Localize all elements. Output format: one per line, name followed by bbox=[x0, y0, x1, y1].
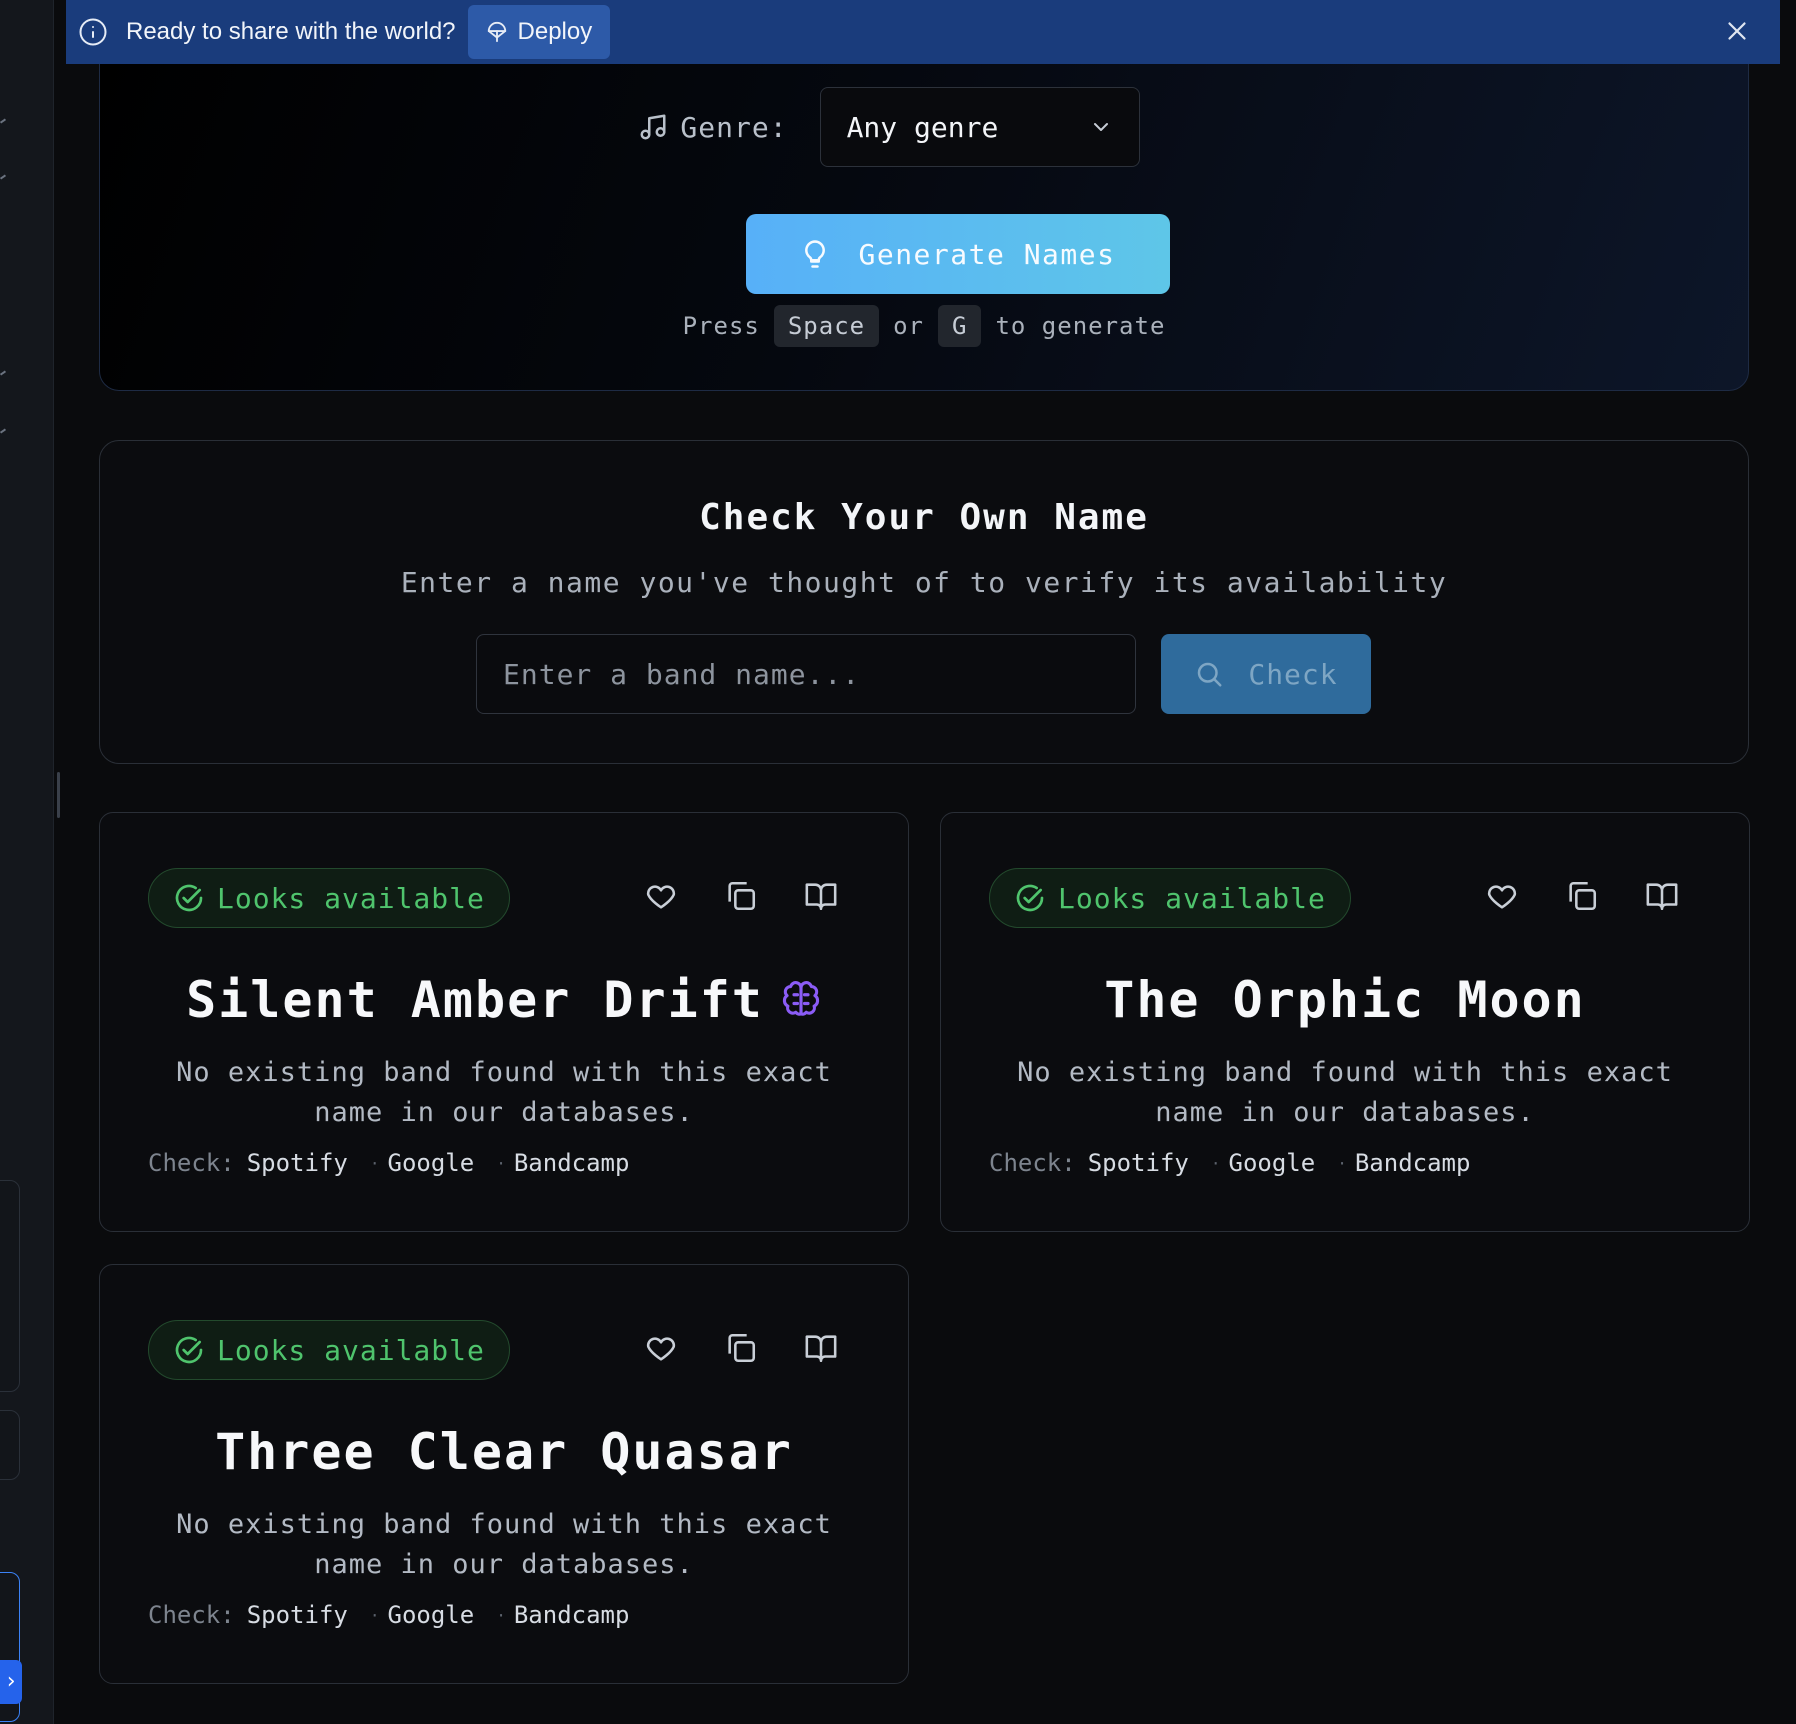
genre-label: Genre: bbox=[680, 110, 788, 144]
check-button[interactable]: Check bbox=[1161, 634, 1371, 714]
google-link[interactable]: Google bbox=[388, 1601, 475, 1629]
generate-names-label: Generate Names bbox=[858, 237, 1116, 271]
google-link[interactable]: Google bbox=[388, 1149, 475, 1177]
band-name: Three Clear Quasar bbox=[100, 1423, 908, 1481]
genre-label-group: Genre: bbox=[638, 111, 787, 144]
separator: · bbox=[369, 1605, 380, 1625]
card-description: No existing band found with this exact n… bbox=[176, 1509, 832, 1580]
banner-text: Ready to share with the world? bbox=[126, 18, 456, 45]
check-circle-icon bbox=[175, 1336, 203, 1364]
search-icon bbox=[1198, 662, 1222, 687]
main-area: Genre: Any genre Generate Names Press Sp… bbox=[66, 0, 1796, 1724]
generator-panel: Genre: Any genre Generate Names Press Sp… bbox=[99, 40, 1749, 391]
lightbulb-icon bbox=[805, 240, 826, 268]
genre-select[interactable]: Any genre bbox=[819, 87, 1140, 167]
rail-chevron-icon bbox=[0, 118, 7, 124]
check-links: Check: Spotify · Google · Bandcamp bbox=[148, 1149, 629, 1177]
book-open-icon[interactable] bbox=[804, 1331, 838, 1365]
music-note-icon bbox=[640, 114, 666, 140]
check-title: Check Your Own Name bbox=[699, 497, 1149, 538]
copy-icon[interactable] bbox=[724, 879, 758, 913]
bandcamp-link[interactable]: Bandcamp bbox=[514, 1149, 630, 1177]
parachute-icon bbox=[487, 22, 506, 43]
deploy-button[interactable]: Deploy bbox=[467, 5, 611, 59]
copy-icon[interactable] bbox=[1565, 879, 1599, 913]
generate-names-button[interactable]: Generate Names bbox=[746, 214, 1170, 294]
book-open-icon[interactable] bbox=[804, 879, 838, 913]
keyboard-hint: Press Space or G to generate bbox=[100, 305, 1748, 347]
separator: · bbox=[1210, 1153, 1221, 1173]
bandcamp-link[interactable]: Bandcamp bbox=[1355, 1149, 1471, 1177]
result-card: Looks available The Orphic Moon No exist… bbox=[940, 812, 1750, 1232]
result-card: Looks available Silent Amber Drift No ex… bbox=[99, 812, 909, 1232]
hint-press: Press bbox=[682, 312, 760, 340]
separator: · bbox=[496, 1153, 506, 1173]
left-rail: › bbox=[0, 0, 54, 1724]
band-name-text: Silent Amber Drift bbox=[186, 971, 764, 1029]
deploy-banner: Ready to share with the world? Deploy bbox=[66, 0, 1780, 64]
separator: · bbox=[369, 1153, 380, 1173]
status-text: Looks available bbox=[1058, 881, 1326, 915]
band-name-text: The Orphic Moon bbox=[1104, 971, 1586, 1029]
status-badge: Looks available bbox=[148, 1320, 510, 1380]
check-circle-icon bbox=[1016, 884, 1044, 912]
spotify-link[interactable]: Spotify bbox=[1088, 1149, 1189, 1177]
check-name-panel: Check Your Own Name Enter a name you've … bbox=[99, 440, 1749, 764]
check-links-label: Check: bbox=[148, 1601, 235, 1629]
heart-icon[interactable] bbox=[1485, 879, 1519, 913]
status-text: Looks available bbox=[217, 1333, 485, 1367]
hint-or: or bbox=[893, 312, 924, 340]
card-actions bbox=[644, 879, 838, 913]
band-name-text: Three Clear Quasar bbox=[215, 1423, 793, 1481]
band-name-input[interactable] bbox=[476, 634, 1136, 714]
deploy-label: Deploy bbox=[517, 18, 593, 45]
rail-chevron-icon bbox=[0, 174, 7, 180]
status-text: Looks available bbox=[217, 881, 485, 915]
check-links: Check: Spotify · Google · Bandcamp bbox=[148, 1601, 629, 1629]
brain-icon bbox=[782, 981, 820, 1016]
status-badge: Looks available bbox=[148, 868, 510, 928]
heart-icon[interactable] bbox=[644, 879, 678, 913]
card-actions bbox=[1485, 879, 1679, 913]
check-links: Check: Spotify · Google · Bandcamp bbox=[989, 1149, 1470, 1177]
send-arrow-icon[interactable]: › bbox=[0, 1660, 22, 1704]
kbd-space: Space bbox=[773, 305, 880, 347]
result-card: Looks available Three Clear Quasar No ex… bbox=[99, 1264, 909, 1684]
band-name: Silent Amber Drift bbox=[100, 971, 908, 1029]
card-actions bbox=[644, 1331, 838, 1365]
spotify-link[interactable]: Spotify bbox=[247, 1149, 348, 1177]
status-badge: Looks available bbox=[989, 868, 1351, 928]
check-circle-icon bbox=[175, 884, 203, 912]
spotify-link[interactable]: Spotify bbox=[247, 1601, 348, 1629]
check-links-label: Check: bbox=[148, 1149, 235, 1177]
rail-panel bbox=[0, 1180, 20, 1392]
separator: · bbox=[496, 1605, 506, 1625]
close-icon[interactable] bbox=[1722, 16, 1752, 46]
band-name: The Orphic Moon bbox=[941, 971, 1749, 1029]
separator: · bbox=[1337, 1153, 1347, 1173]
resize-handle[interactable] bbox=[57, 772, 60, 818]
chevron-down-icon bbox=[1093, 123, 1108, 131]
info-icon bbox=[79, 18, 107, 46]
check-button-label: Check bbox=[1248, 657, 1338, 691]
check-subtitle: Enter a name you've thought of to verify… bbox=[400, 566, 1448, 599]
rail-panel bbox=[0, 1410, 20, 1480]
kbd-g: G bbox=[938, 305, 982, 347]
check-links-label: Check: bbox=[989, 1149, 1076, 1177]
rail-chevron-icon bbox=[0, 428, 7, 434]
genre-row: Genre: Any genre bbox=[100, 87, 1748, 167]
copy-icon[interactable] bbox=[724, 1331, 758, 1365]
heart-icon[interactable] bbox=[644, 1331, 678, 1365]
genre-select-value: Any genre bbox=[846, 110, 999, 144]
card-description: No existing band found with this exact n… bbox=[176, 1057, 832, 1128]
bandcamp-link[interactable]: Bandcamp bbox=[514, 1601, 630, 1629]
rail-chevron-icon bbox=[0, 370, 7, 376]
book-open-icon[interactable] bbox=[1645, 879, 1679, 913]
google-link[interactable]: Google bbox=[1229, 1149, 1316, 1177]
card-description: No existing band found with this exact n… bbox=[1017, 1057, 1673, 1128]
hint-suffix: to generate bbox=[995, 312, 1166, 340]
